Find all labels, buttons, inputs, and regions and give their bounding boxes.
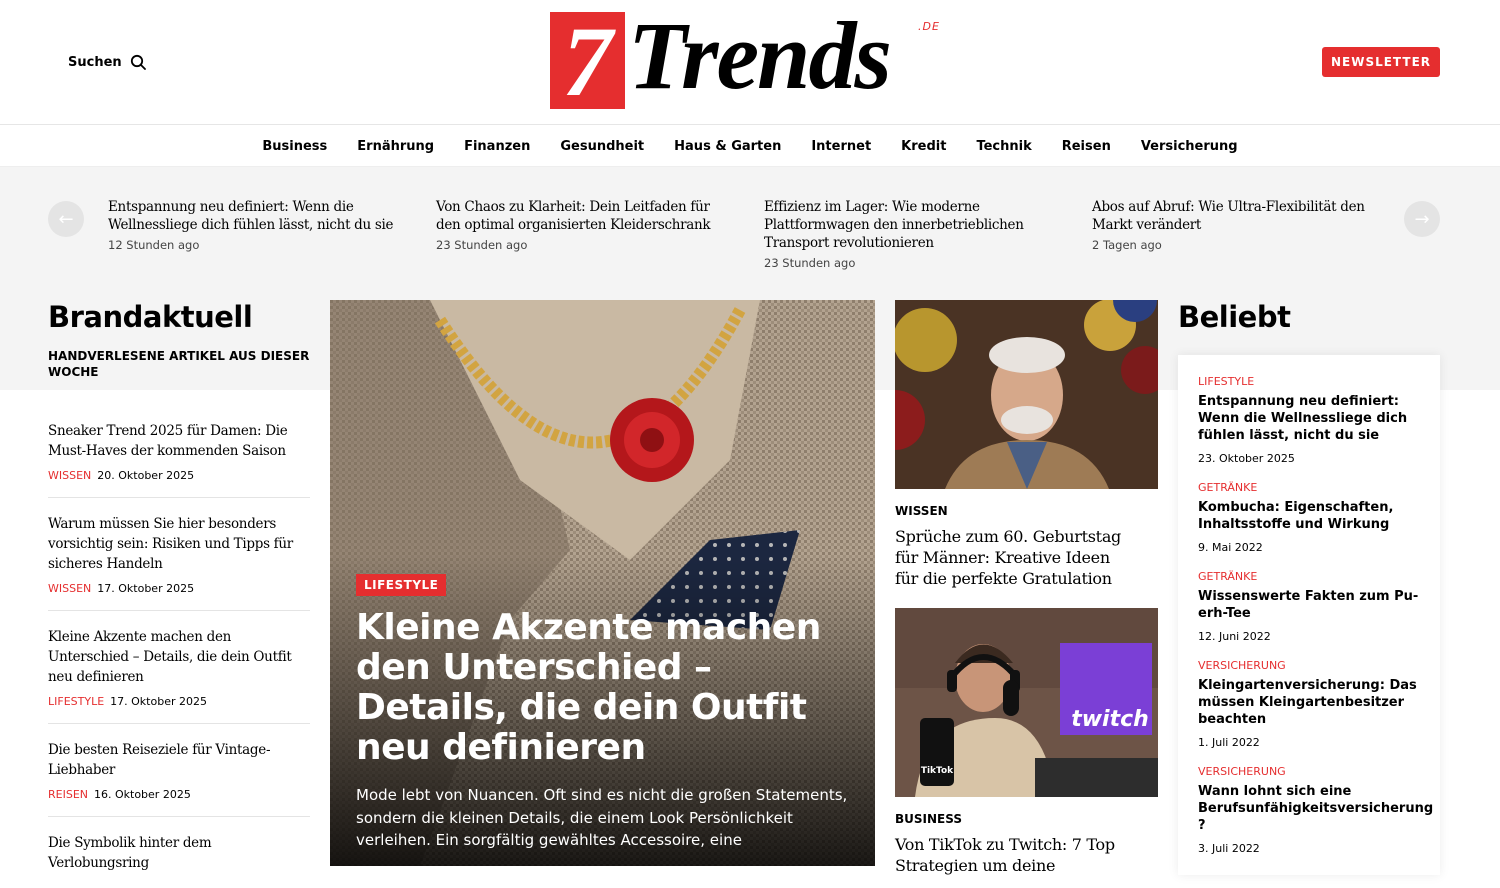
popular-date: 9. Mai 2022 bbox=[1198, 541, 1263, 554]
popular-title[interactable]: Wann lohnt sich eine Berufsunfähigkeitsv… bbox=[1198, 783, 1433, 834]
article-date: 17. Oktober 2025 bbox=[97, 582, 195, 595]
article-category[interactable]: WISSEN bbox=[48, 469, 91, 482]
popular-item[interactable]: VERSICHERUNG Kleingartenversicherung: Da… bbox=[1198, 659, 1420, 749]
hero-article[interactable]: LIFESTYLE Kleine Akzente machen den Unte… bbox=[330, 300, 875, 866]
popular-date: 12. Juni 2022 bbox=[1198, 630, 1271, 643]
nav-item-reisen[interactable]: Reisen bbox=[1062, 139, 1111, 154]
arrow-right-icon: → bbox=[1414, 208, 1430, 230]
article-title[interactable]: Sneaker Trend 2025 für Damen: Die Must-H… bbox=[48, 421, 310, 461]
hero-excerpt: Mode lebt von Nuancen. Oft sind es nicht… bbox=[356, 786, 848, 849]
nav-item-technik[interactable]: Technik bbox=[976, 139, 1031, 154]
list-item[interactable]: Warum müssen Sie hier besonders vorsicht… bbox=[48, 498, 310, 611]
popular-category[interactable]: GETRÄNKE bbox=[1198, 481, 1420, 494]
card-image[interactable]: TikTok twitch bbox=[895, 608, 1158, 797]
list-item[interactable]: Sneaker Trend 2025 für Damen: Die Must-H… bbox=[48, 396, 310, 498]
ticker-date: 23 Stunden ago bbox=[436, 238, 528, 252]
site-header: Suchen 7 Trends .DE NEWSLETTER bbox=[0, 0, 1500, 125]
streamer-image: TikTok twitch bbox=[895, 608, 1158, 797]
card-image[interactable] bbox=[895, 300, 1158, 489]
beliebt-box: LIFESTYLE Entspannung neu definiert: Wen… bbox=[1178, 355, 1440, 875]
logo-word: Trends bbox=[628, 2, 892, 109]
article-date: 17. Oktober 2025 bbox=[110, 695, 207, 708]
birthday-man-image bbox=[895, 300, 1158, 489]
popular-item[interactable]: GETRÄNKE Wissenswerte Fakten zum Pu-erh-… bbox=[1198, 570, 1420, 643]
logo-seven: 7 bbox=[550, 12, 625, 112]
article-date: 20. Oktober 2025 bbox=[97, 469, 195, 482]
popular-item[interactable]: VERSICHERUNG Wann lohnt sich eine Berufs… bbox=[1198, 765, 1433, 855]
card-title[interactable]: Sprüche zum 60. Geburtstag für Männer: K… bbox=[895, 526, 1135, 589]
nav-item-versicherung[interactable]: Versicherung bbox=[1141, 139, 1238, 154]
popular-date: 23. Oktober 2025 bbox=[1198, 452, 1295, 465]
nav-item-internet[interactable]: Internet bbox=[811, 139, 871, 154]
article-title[interactable]: Warum müssen Sie hier besonders vorsicht… bbox=[48, 514, 310, 574]
popular-category[interactable]: LIFESTYLE bbox=[1198, 375, 1420, 388]
nav-item-finanzen[interactable]: Finanzen bbox=[464, 139, 530, 154]
nav-item-business[interactable]: Business bbox=[262, 139, 327, 154]
section-title: Brandaktuell bbox=[48, 300, 253, 334]
article-date: 16. Oktober 2025 bbox=[94, 788, 191, 801]
tiktok-label: TikTok bbox=[921, 766, 954, 776]
ticker-item[interactable]: Von Chaos zu Klarheit: Dein Leitfaden fü… bbox=[436, 198, 726, 252]
article-title[interactable]: Kleine Akzente machen den Unterschied – … bbox=[48, 627, 310, 687]
article-category[interactable]: REISEN bbox=[48, 788, 88, 801]
card-title[interactable]: Von TikTok zu Twitch: 7 Top Strategien u… bbox=[895, 834, 1135, 876]
list-item[interactable]: Die Symbolik hinter dem Verlobungsring bbox=[48, 817, 310, 888]
hero-category-badge[interactable]: LIFESTYLE bbox=[356, 574, 447, 596]
article-title[interactable]: Die Symbolik hinter dem Verlobungsring bbox=[48, 833, 310, 873]
ticker-item[interactable]: Entspannung neu definiert: Wenn die Well… bbox=[108, 198, 398, 252]
popular-item[interactable]: GETRÄNKE Kombucha: Eigenschaften, Inhalt… bbox=[1198, 481, 1420, 554]
arrow-left-icon: ← bbox=[58, 208, 74, 230]
popular-date: 1. Juli 2022 bbox=[1198, 736, 1260, 749]
ticker-title: Effizienz im Lager: Wie moderne Plattfor… bbox=[764, 199, 1024, 251]
nav-item-ernaehrung[interactable]: Ernährung bbox=[357, 139, 434, 154]
card-category[interactable]: BUSINESS bbox=[895, 812, 962, 826]
popular-category[interactable]: VERSICHERUNG bbox=[1198, 765, 1420, 778]
beliebt-title: Beliebt bbox=[1178, 300, 1291, 334]
popular-item[interactable]: LIFESTYLE Entspannung neu definiert: Wen… bbox=[1198, 375, 1420, 465]
ticker-item[interactable]: Effizienz im Lager: Wie moderne Plattfor… bbox=[764, 198, 1034, 270]
article-category[interactable]: WISSEN bbox=[48, 582, 91, 595]
hero-content: LIFESTYLE Kleine Akzente machen den Unte… bbox=[356, 574, 856, 854]
popular-category[interactable]: VERSICHERUNG bbox=[1198, 659, 1420, 672]
brandaktuell-section: Brandaktuell HANDVERLESENE ARTIKEL AUS D… bbox=[48, 300, 310, 888]
list-item[interactable]: Kleine Akzente machen den Unterschied – … bbox=[48, 611, 310, 724]
nav-item-gesundheit[interactable]: Gesundheit bbox=[560, 139, 644, 154]
list-item[interactable]: Die besten Reiseziele für Vintage-Liebha… bbox=[48, 724, 310, 817]
ticker-next-button[interactable]: → bbox=[1404, 201, 1440, 237]
section-subtitle: HANDVERLESENE ARTIKEL AUS DIESER WOCHE bbox=[48, 349, 310, 379]
newsletter-button[interactable]: NEWSLETTER bbox=[1322, 47, 1440, 77]
ticker-date: 12 Stunden ago bbox=[108, 238, 200, 252]
main-nav: Business Ernährung Finanzen Gesundheit H… bbox=[0, 126, 1500, 167]
hero-title[interactable]: Kleine Akzente machen den Unterschied – … bbox=[356, 608, 856, 768]
ticker-title: Entspannung neu definiert: Wenn die Well… bbox=[108, 199, 394, 233]
search-label: Suchen bbox=[68, 54, 122, 70]
article-category[interactable]: LIFESTYLE bbox=[48, 695, 104, 708]
site-logo[interactable]: 7 Trends .DE bbox=[550, 6, 950, 112]
ticker-date: 2 Tagen ago bbox=[1092, 238, 1162, 252]
popular-title[interactable]: Entspannung neu definiert: Wenn die Well… bbox=[1198, 393, 1420, 444]
popular-title[interactable]: Wissenswerte Fakten zum Pu-erh-Tee bbox=[1198, 588, 1420, 622]
twitch-label: twitch bbox=[1071, 707, 1149, 732]
popular-date: 3. Juli 2022 bbox=[1198, 842, 1260, 855]
ticker-title: Von Chaos zu Klarheit: Dein Leitfaden fü… bbox=[436, 199, 711, 233]
ticker-item[interactable]: Abos auf Abruf: Wie Ultra-Flexibilität d… bbox=[1092, 198, 1372, 252]
ticker-title: Abos auf Abruf: Wie Ultra-Flexibilität d… bbox=[1092, 199, 1365, 233]
popular-title[interactable]: Kombucha: Eigenschaften, Inhaltsstoffe u… bbox=[1198, 499, 1420, 533]
search-icon bbox=[130, 54, 146, 70]
ticker-date: 23 Stunden ago bbox=[764, 256, 856, 270]
ticker-prev-button[interactable]: ← bbox=[48, 201, 84, 237]
popular-title[interactable]: Kleingartenversicherung: Das müssen Klei… bbox=[1198, 677, 1420, 728]
nav-item-kredit[interactable]: Kredit bbox=[901, 139, 946, 154]
popular-category[interactable]: GETRÄNKE bbox=[1198, 570, 1420, 583]
card-category[interactable]: WISSEN bbox=[895, 504, 948, 518]
logo-tld: .DE bbox=[918, 20, 940, 33]
article-title[interactable]: Die besten Reiseziele für Vintage-Liebha… bbox=[48, 740, 310, 780]
search-button[interactable]: Suchen bbox=[68, 54, 146, 70]
nav-item-haus-garten[interactable]: Haus & Garten bbox=[674, 139, 781, 154]
